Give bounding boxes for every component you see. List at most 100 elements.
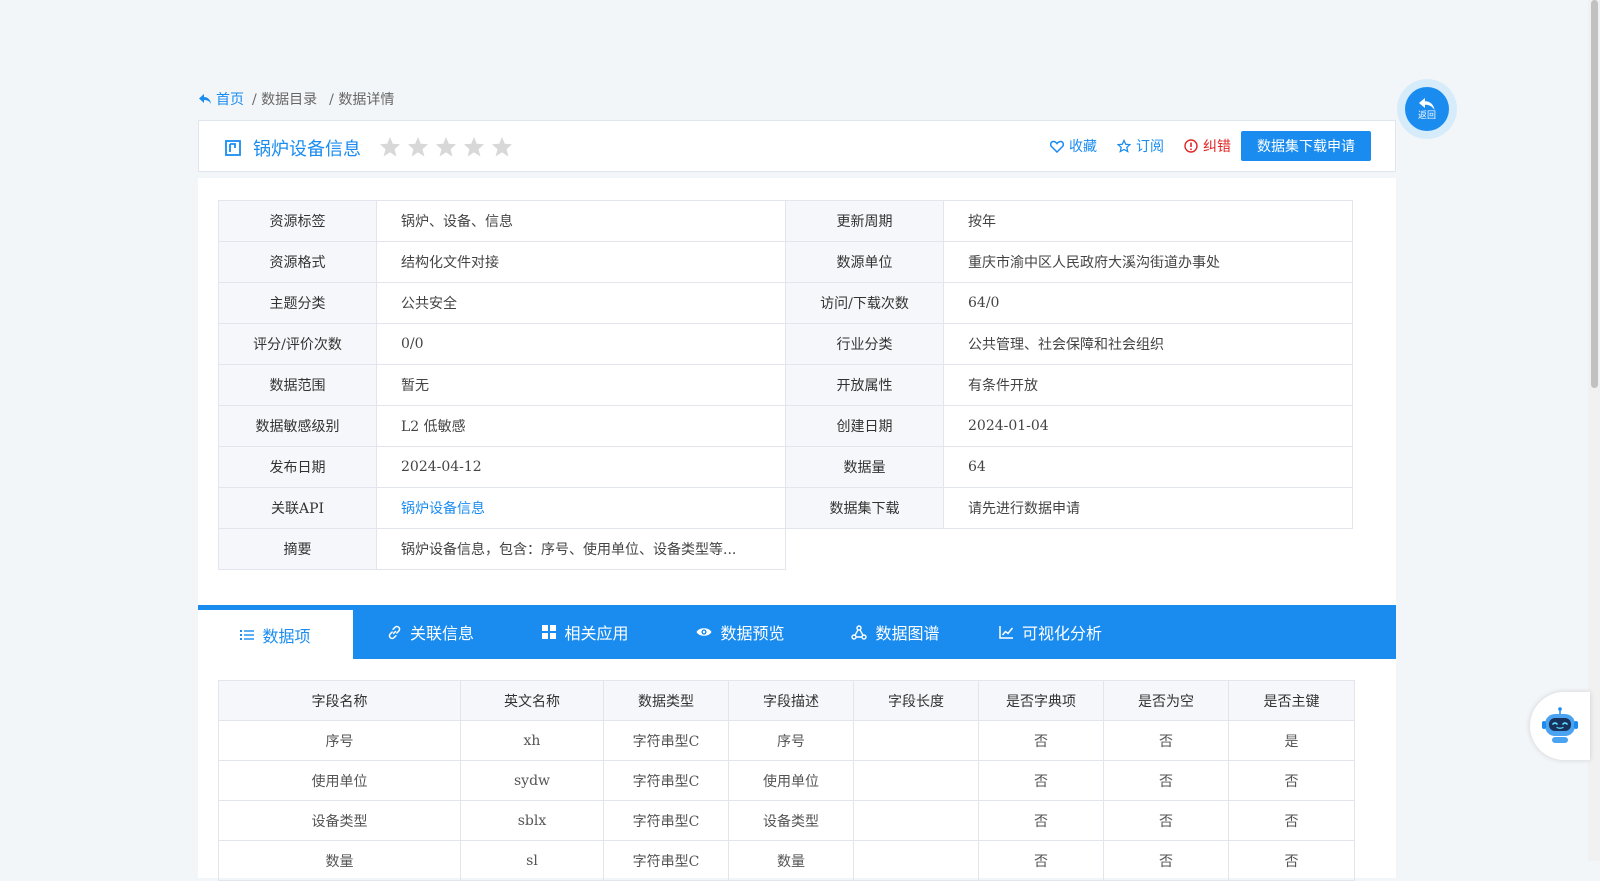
line-chart-icon	[999, 626, 1014, 639]
table-row: 摘要 锅炉设备信息，包含：序号、使用单位、设备类型等...	[218, 528, 1353, 570]
star-icon[interactable]	[491, 136, 513, 157]
page-title: 锅炉设备信息	[253, 139, 361, 160]
star-icon[interactable]	[435, 136, 457, 157]
tab-related-info[interactable]: 关联信息	[353, 605, 508, 659]
table-cell	[853, 800, 979, 841]
link-icon	[388, 625, 401, 639]
subscribe-button[interactable]: 订阅	[1117, 131, 1164, 161]
tab-data-preview[interactable]: 数据预览	[663, 605, 818, 659]
tab-label: 数据项	[262, 626, 311, 646]
star-icon[interactable]	[407, 136, 429, 157]
tab-data-graph[interactable]: 数据图谱	[818, 605, 973, 659]
table-cell: 否	[1103, 760, 1229, 801]
back-button-label: 返回	[1417, 111, 1436, 121]
info-label: 评分/评价次数	[218, 323, 377, 365]
column-header: 数据类型	[603, 680, 729, 721]
table-row: 使用单位 sydw 字符串型C 使用单位 否 否 否	[218, 760, 1355, 801]
info-value: 64	[943, 446, 1353, 488]
data-fields-table: 字段名称 英文名称 数据类型 字段描述 字段长度 是否字典项 是否为空 是否主键…	[218, 680, 1355, 881]
tab-visual-analysis[interactable]: 可视化分析	[973, 605, 1128, 659]
info-value: 公共管理、社会保障和社会组织	[943, 323, 1353, 365]
rating-stars[interactable]	[379, 136, 513, 157]
column-header: 字段描述	[728, 680, 854, 721]
info-value: 2024-01-04	[943, 405, 1353, 447]
info-value: 2024-04-12	[376, 446, 786, 488]
star-icon[interactable]	[463, 136, 485, 157]
related-api-cell: 锅炉设备信息	[376, 487, 786, 529]
info-value: 锅炉、设备、信息	[376, 200, 786, 242]
heart-icon	[1050, 140, 1064, 153]
table-cell: 使用单位	[728, 760, 854, 801]
table-cell: 使用单位	[218, 760, 461, 801]
info-value: 有条件开放	[943, 364, 1353, 406]
table-cell: 字符串型C	[603, 800, 729, 841]
favorite-button[interactable]: 收藏	[1050, 131, 1097, 161]
tab-label: 数据预览	[720, 624, 785, 643]
table-row: 关联API 锅炉设备信息 数据集下载 请先进行数据申请	[218, 487, 1353, 529]
info-label: 数源单位	[785, 241, 944, 283]
tab-data-items[interactable]: 数据项	[198, 605, 353, 659]
table-cell	[853, 760, 979, 801]
info-value: 按年	[943, 200, 1353, 242]
column-header: 是否主键	[1228, 680, 1355, 721]
info-value: 64/0	[943, 282, 1353, 324]
list-icon	[240, 629, 255, 640]
subscribe-label: 订阅	[1136, 139, 1164, 155]
title-bar: 锅炉设备信息 收藏 订阅 纠错 数据集下载申请	[198, 120, 1396, 172]
return-arrow-icon	[1419, 98, 1435, 110]
tab-related-apps[interactable]: 相关应用	[508, 605, 663, 659]
table-cell: xh	[460, 720, 604, 761]
scrollbar-thumb[interactable]	[1591, 0, 1598, 388]
info-value: 结构化文件对接	[376, 241, 786, 283]
breadcrumb-home[interactable]: 首页	[198, 89, 244, 109]
table-row: 发布日期 2024-04-12 数据量 64	[218, 446, 1353, 488]
column-header: 是否字典项	[978, 680, 1104, 721]
info-label: 资源标签	[218, 200, 377, 242]
back-button-inner: 返回	[1405, 87, 1449, 131]
breadcrumb-home-label: 首页	[216, 92, 244, 108]
detail-tabs: 数据项 关联信息 相关应用 数据预览 数据图谱 可视化分析	[198, 605, 1396, 659]
empty-cell	[786, 529, 1353, 570]
table-cell: 字符串型C	[603, 720, 729, 761]
table-cell: 序号	[218, 720, 461, 761]
robot-assistant-icon	[1542, 707, 1578, 743]
column-header: 字段长度	[853, 680, 979, 721]
column-header: 是否为空	[1103, 680, 1229, 721]
info-label: 行业分类	[785, 323, 944, 365]
summary-value: 锅炉设备信息，包含：序号、使用单位、设备类型等...	[376, 528, 786, 570]
info-label: 数据集下载	[785, 487, 944, 529]
resource-info-table: 资源标签 锅炉、设备、信息 更新周期 按年 资源格式 结构化文件对接 数源单位 …	[218, 200, 1353, 570]
table-row: 数据范围 暂无 开放属性 有条件开放	[218, 364, 1353, 406]
info-label: 更新周期	[785, 200, 944, 242]
dataset-icon	[225, 140, 241, 156]
breadcrumb-catalog[interactable]: / 数据目录	[252, 89, 317, 109]
tab-label: 可视化分析	[1021, 624, 1102, 643]
floating-back-button[interactable]: 返回	[1397, 79, 1457, 139]
table-cell: 设备类型	[218, 800, 461, 841]
table-cell: 是	[1228, 720, 1355, 761]
eye-icon	[696, 628, 712, 636]
table-cell: 否	[978, 720, 1104, 761]
alert-circle-icon	[1184, 139, 1198, 153]
tab-label: 关联信息	[409, 624, 474, 643]
info-label: 数据范围	[218, 364, 377, 406]
report-error-label: 纠错	[1203, 139, 1231, 155]
tab-label: 数据图谱	[875, 624, 940, 643]
info-label: 资源格式	[218, 241, 377, 283]
info-value: 暂无	[376, 364, 786, 406]
table-cell: 否	[1103, 720, 1229, 761]
star-icon[interactable]	[379, 136, 401, 157]
report-error-button[interactable]: 纠错	[1184, 131, 1231, 161]
dataset-download-apply-button[interactable]: 数据集下载申请	[1241, 131, 1371, 161]
grid-icon	[542, 625, 557, 639]
info-label: 数据敏感级别	[218, 405, 377, 447]
table-row: 评分/评价次数 0/0 行业分类 公共管理、社会保障和社会组织	[218, 323, 1353, 365]
table-cell: sydw	[460, 760, 604, 801]
ai-assistant-button[interactable]	[1530, 692, 1590, 760]
info-value: 公共安全	[376, 282, 786, 324]
info-label: 关联API	[218, 487, 377, 529]
table-row: 资源格式 结构化文件对接 数源单位 重庆市渝中区人民政府大溪沟街道办事处	[218, 241, 1353, 283]
favorite-label: 收藏	[1069, 139, 1097, 155]
related-api-link[interactable]: 锅炉设备信息	[401, 501, 485, 517]
breadcrumb-detail: / 数据详情	[329, 92, 395, 108]
